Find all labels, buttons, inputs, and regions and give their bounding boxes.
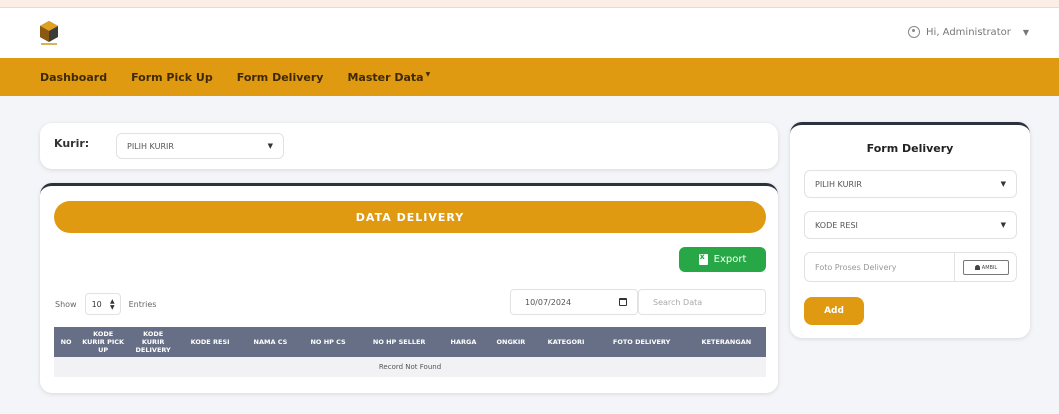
empty-message: Record Not Found [54,357,766,377]
updown-icon: ▲ ▼ [109,298,115,311]
logo-icon[interactable] [38,20,60,46]
col-no-hp-seller[interactable]: NO HP SELLER [357,327,441,357]
entries-control: Show 10 ▲ ▼ Entries [55,293,156,315]
photo-upload-group: AMBIL [804,252,1017,282]
nav-master-data[interactable]: Master Data ▼ [347,71,430,84]
add-button[interactable]: Add [804,297,864,325]
form-resi-value: KODE RESI [815,220,858,230]
col-foto-delivery[interactable]: FOTO DELIVERY [596,327,687,357]
nav-form-pick-up[interactable]: Form Pick Up [131,71,213,84]
table-header-row: NO KODE KURIR PICK UP KODE KURIR DELIVER… [54,327,766,357]
top-strip [0,0,1059,8]
col-kode-resi[interactable]: KODE RESI [178,327,243,357]
col-kategori[interactable]: KATEGORI [535,327,597,357]
chevron-down-icon: ▼ [425,70,431,78]
col-kode-kurir-delivery[interactable]: KODE KURIR DELIVERY [128,327,179,357]
kurir-label: Kurir: [54,137,90,150]
user-menu[interactable]: Hi, Administrator ▼ [908,26,1029,38]
col-keterangan[interactable]: KETERANGAN [686,327,766,357]
user-circle-icon [908,26,921,38]
export-button[interactable]: Export [679,247,766,272]
table-row: Record Not Found [54,357,766,377]
nav-master-data-label: Master Data [347,70,424,84]
take-photo-label: AMBIL [981,264,998,271]
col-harga[interactable]: HARGA [440,327,487,357]
form-title: Form Delivery [866,142,954,155]
chevron-down-icon: ▼ [1000,180,1006,188]
col-nama-cs[interactable]: NAMA CS [242,327,299,357]
nav-form-delivery[interactable]: Form Delivery [237,71,324,84]
col-ongkir[interactable]: ONGKIR [486,327,536,357]
entries-select[interactable]: 10 ▲ ▼ [84,293,121,315]
nav-dashboard[interactable]: Dashboard [40,71,107,84]
col-no-hp-cs[interactable]: NO HP CS [298,327,358,357]
form-delivery-card: Form Delivery PILIH KURIR ▼ KODE RESI ▼ … [790,122,1030,338]
form-kurir-value: PILIH KURIR [815,179,862,189]
col-no[interactable]: NO [54,327,79,357]
kurir-select[interactable]: PILIH KURIR ▼ [116,133,284,159]
entries-value: 10 [91,299,102,309]
chevron-down-icon: ▼ [267,142,273,150]
form-kurir-select[interactable]: PILIH KURIR ▼ [804,170,1017,198]
chevron-down-icon: ▼ [1000,221,1006,229]
excel-file-icon [698,252,708,265]
camera-icon [974,265,980,270]
photo-upload-field[interactable] [805,253,955,281]
kurir-select-value: PILIH KURIR [127,141,174,151]
take-photo-button[interactable]: AMBIL [963,260,1009,275]
kurir-filter-card: Kurir: PILIH KURIR ▼ [40,123,778,169]
date-value: 10/07/2024 [525,297,572,307]
date-input[interactable]: 10/07/2024 [510,289,638,315]
delivery-table: NO KODE KURIR PICK UP KODE KURIR DELIVER… [54,327,766,377]
data-delivery-card: DATA DELIVERY Export Show 10 ▲▼ Entries … [40,183,778,393]
header: Hi, Administrator ▼ [0,8,1059,58]
entries-label: Entries [128,299,157,309]
search-input[interactable] [638,289,766,315]
chevron-down-icon: ▼ [1022,27,1029,37]
data-delivery-title: DATA DELIVERY [54,201,766,233]
export-label: Export [713,254,747,265]
form-resi-select[interactable]: KODE RESI ▼ [804,211,1017,239]
calendar-icon[interactable] [619,298,627,306]
col-kode-kurir-pick-up[interactable]: KODE KURIR PICK UP [78,327,129,357]
show-label: Show [55,299,77,309]
main-nav: Dashboard Form Pick Up Form Delivery Mas… [0,58,1059,96]
user-greeting: Hi, Administrator [926,26,1011,38]
